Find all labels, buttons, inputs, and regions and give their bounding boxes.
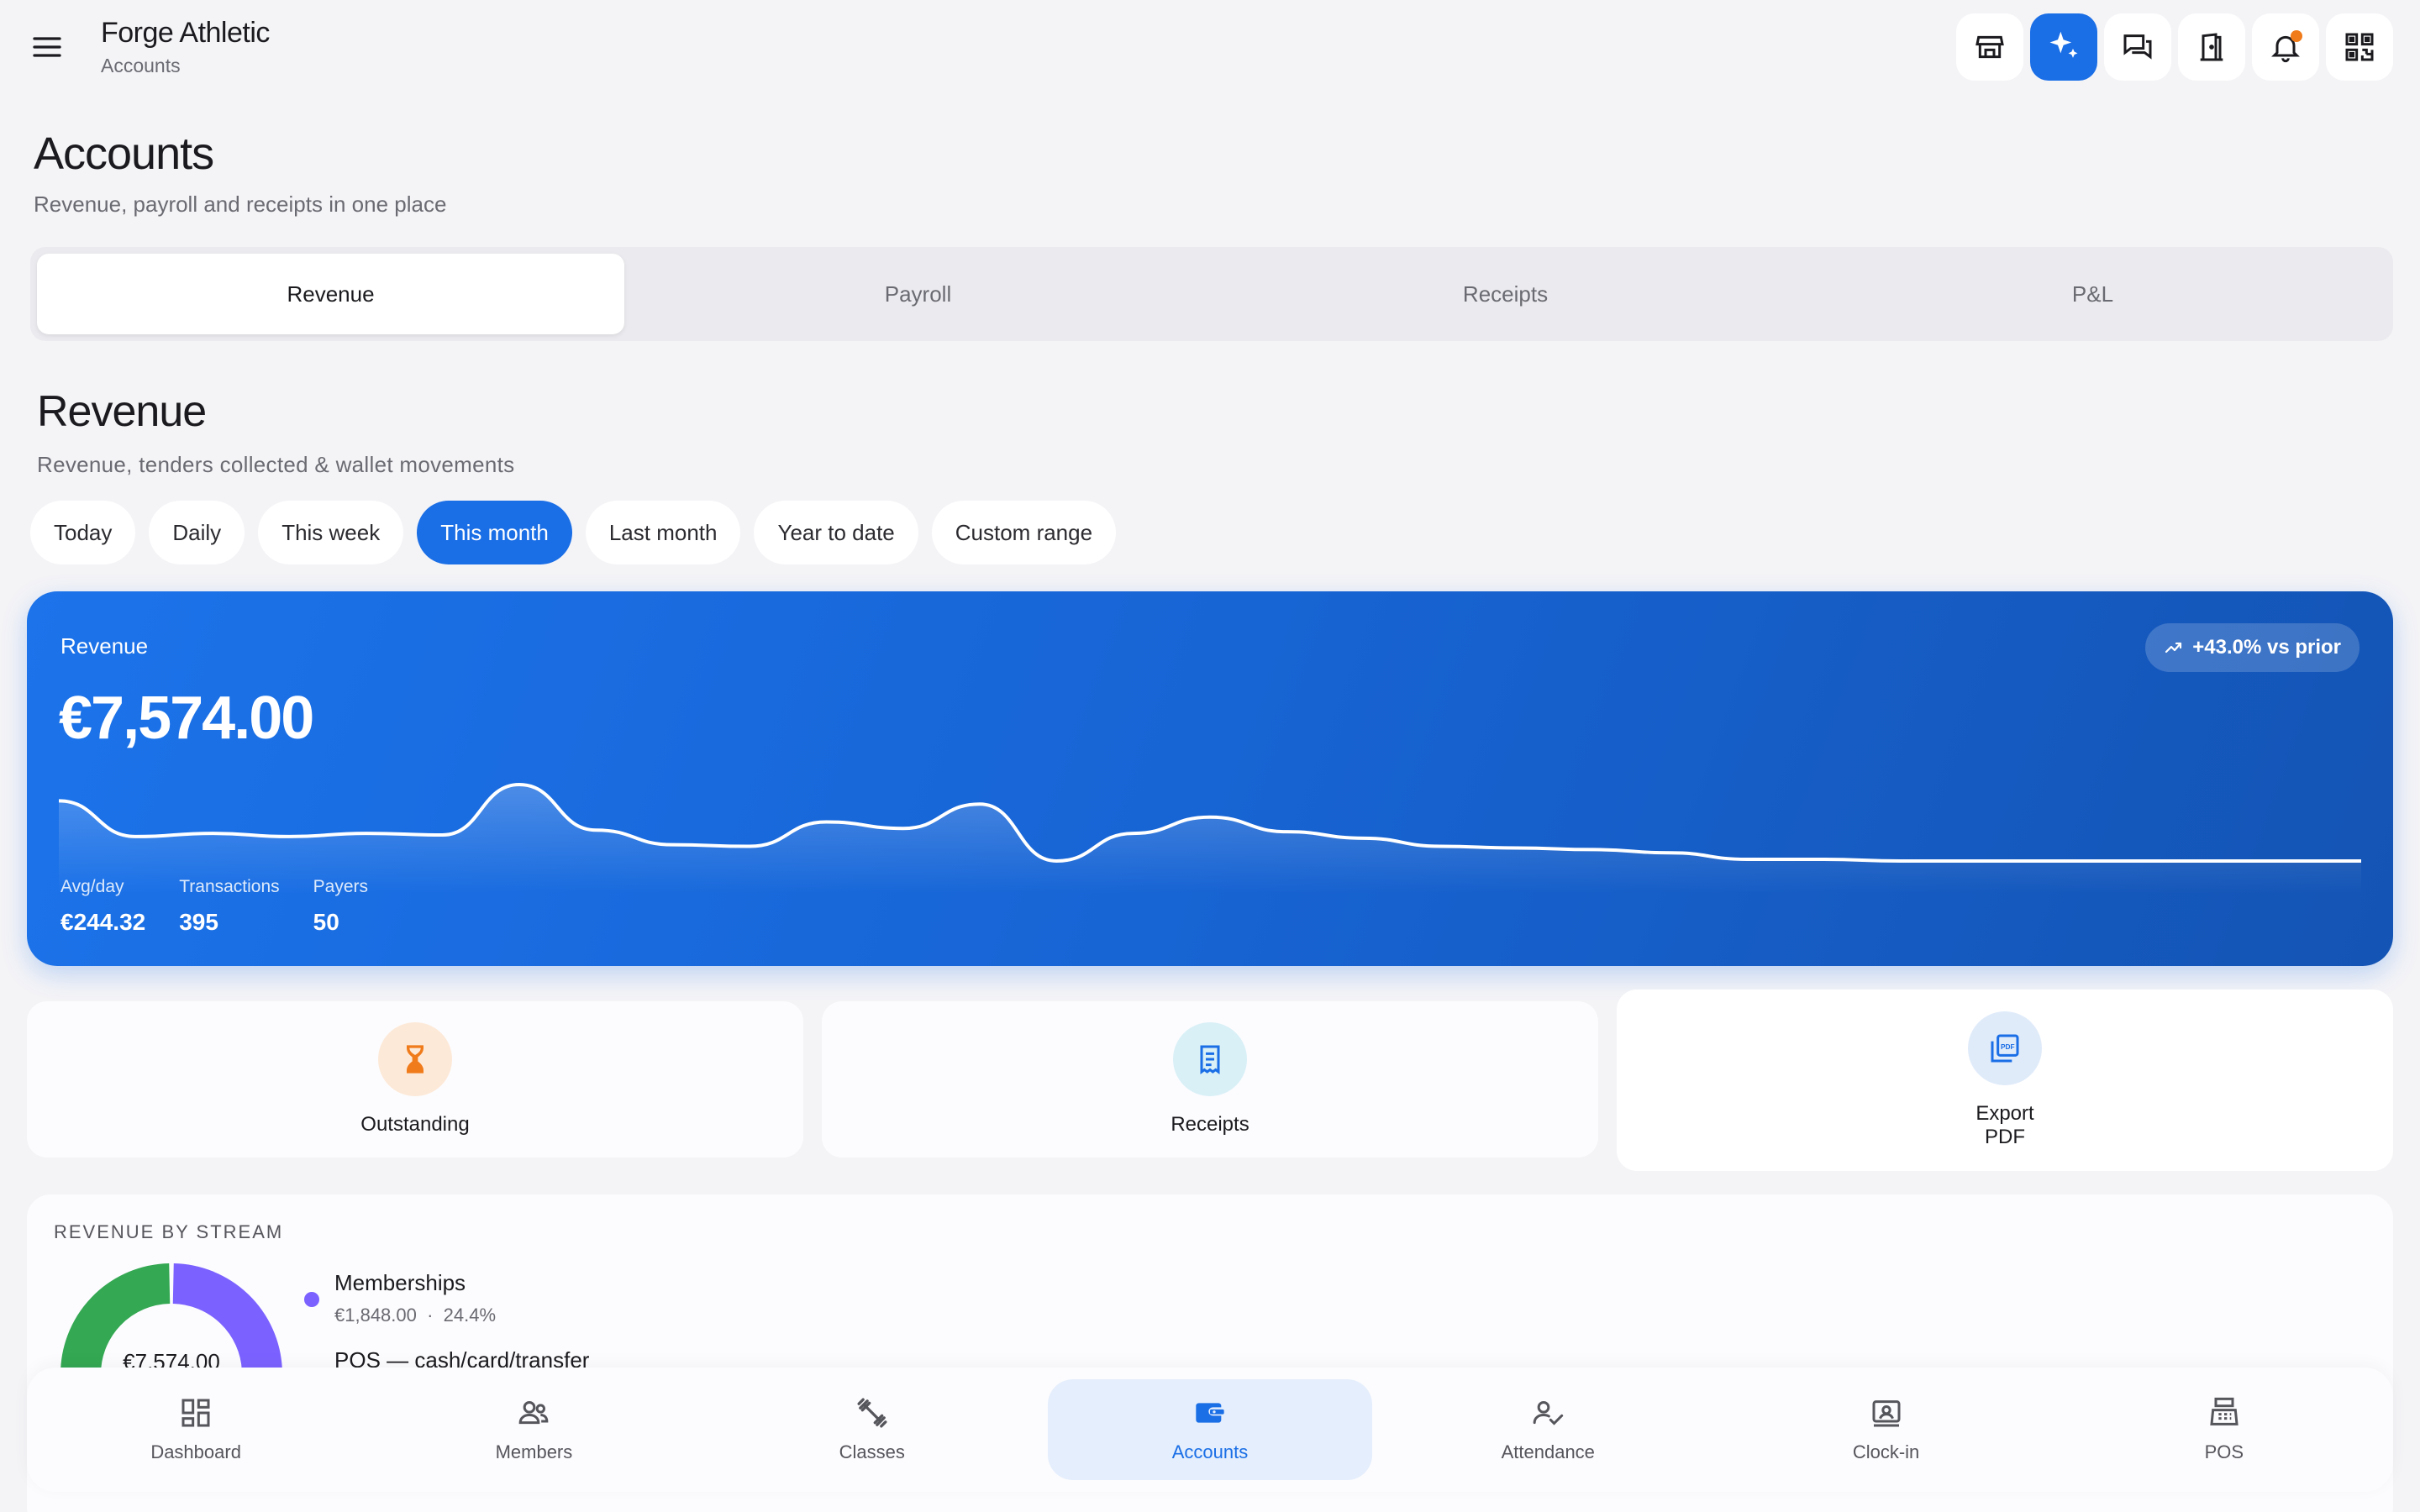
accounts-tabs: Revenue Payroll Receipts P&L <box>30 247 2393 341</box>
legend-meta: €1,848.00 · 24.4% <box>334 1305 497 1326</box>
nav-classes[interactable]: Classes <box>710 1379 1034 1480</box>
nav-attendance[interactable]: Attendance <box>1386 1379 1710 1480</box>
door-icon <box>2200 33 2223 61</box>
section-subtitle: Revenue, tenders collected & wallet move… <box>37 452 515 477</box>
legend-dot <box>304 1292 319 1307</box>
attendance-icon <box>1533 1401 1564 1425</box>
revenue-summary-card: Revenue €7,574.00 +43.0% vs prior Avg/da… <box>27 591 2393 966</box>
dumbbell-icon <box>857 1398 887 1428</box>
stat-payers: Payers 50 <box>313 877 368 936</box>
top-actions <box>1956 13 2393 81</box>
pdf-icon-badge: PDF <box>1968 1011 2042 1085</box>
nav-dashboard[interactable]: Dashboard <box>34 1379 358 1480</box>
stat-label: Payers <box>313 877 369 896</box>
action-label: Receipts <box>1171 1113 1249 1136</box>
range-chip-today[interactable]: Today <box>30 501 136 564</box>
nav-label: Attendance <box>1501 1441 1595 1462</box>
stream-title: REVENUE BY STREAM <box>54 1221 284 1242</box>
outstanding-icon-badge <box>378 1022 452 1096</box>
trend-text: +43.0% vs prior <box>2192 636 2341 659</box>
notifications-button[interactable] <box>2252 13 2319 81</box>
stat-avg-day: Avg/day €244.32 <box>60 877 145 936</box>
sparkline-area <box>59 785 2361 894</box>
chat-icon <box>2123 34 2152 60</box>
export-pdf-button[interactable]: PDF Export PDF <box>1617 990 2393 1171</box>
action-label: Export PDF <box>1975 1102 2034 1148</box>
brand-section: Accounts <box>101 55 181 76</box>
range-chip-last-month[interactable]: Last month <box>585 501 741 564</box>
menu-icon <box>33 37 61 57</box>
menu-button[interactable] <box>20 20 74 74</box>
tab-payroll[interactable]: Payroll <box>624 254 1212 334</box>
qr-code-button[interactable] <box>2326 13 2393 81</box>
revenue-label: Revenue <box>60 633 149 659</box>
store-icon <box>1975 35 2004 59</box>
revenue-sparkline <box>59 783 2361 894</box>
receipts-button[interactable]: Receipts <box>822 1001 1598 1158</box>
revenue-stats: Avg/day €244.32 Transactions 395 Payers … <box>60 877 368 936</box>
cash-register-icon <box>2210 1397 2238 1425</box>
receipt-icon <box>1200 1045 1220 1074</box>
pdf-icon: PDF <box>1991 1034 2019 1063</box>
range-chip-daily[interactable]: Daily <box>149 501 245 564</box>
nav-accounts[interactable]: Accounts <box>1047 1379 1373 1480</box>
messages-button[interactable] <box>2104 13 2171 81</box>
notification-dot <box>2291 30 2302 42</box>
section-title: Revenue <box>37 387 207 436</box>
tab-revenue[interactable]: Revenue <box>37 254 624 334</box>
outstanding-button[interactable]: Outstanding <box>27 1001 803 1158</box>
wallet-icon <box>1196 1403 1224 1423</box>
app-root: Forge Athletic Accounts Accounts Revenue… <box>0 0 2420 1512</box>
qr-code-icon <box>2345 33 2374 61</box>
legend-item-memberships[interactable]: Memberships €1,848.00 · 24.4% <box>304 1270 589 1347</box>
ai-assistant-button[interactable] <box>2030 13 2097 81</box>
top-bar: Forge Athletic Accounts <box>0 0 2420 101</box>
stat-label: Transactions <box>179 877 280 896</box>
range-chip-this-month[interactable]: This month <box>417 501 572 564</box>
dashboard-icon <box>182 1399 210 1427</box>
nav-label: Dashboard <box>150 1441 241 1462</box>
trending-up-icon <box>2165 642 2182 654</box>
nav-label: Clock-in <box>1852 1441 1920 1462</box>
hourglass-icon <box>407 1045 424 1074</box>
stat-value: 50 <box>313 909 339 935</box>
trend-badge: +43.0% vs prior <box>2145 623 2360 672</box>
clock-in-icon <box>1872 1400 1901 1427</box>
sparkle-icon <box>2049 31 2078 58</box>
range-chip-custom-range[interactable]: Custom range <box>931 501 1117 564</box>
door-button[interactable] <box>2178 13 2245 81</box>
tab-receipts[interactable]: Receipts <box>1212 254 1799 334</box>
nav-label: POS <box>2204 1441 2244 1462</box>
stat-label: Avg/day <box>60 877 124 896</box>
nav-label: Members <box>495 1441 573 1462</box>
legend-percent: 24.4% <box>443 1305 497 1326</box>
nav-label: Classes <box>839 1441 905 1462</box>
legend-amount: €1,848.00 <box>334 1305 417 1326</box>
nav-label: Accounts <box>1171 1441 1249 1462</box>
nav-members[interactable]: Members <box>371 1379 696 1480</box>
bottom-navigation: Dashboard Members Classes Accounts Atten… <box>27 1368 2393 1492</box>
members-icon <box>519 1401 549 1425</box>
action-label: Outstanding <box>360 1113 470 1136</box>
tab-pnl[interactable]: P&L <box>1799 254 2386 334</box>
page-title: Accounts <box>34 129 214 179</box>
nav-clock-in[interactable]: Clock-in <box>1723 1379 2048 1480</box>
legend-name: Memberships <box>334 1270 466 1295</box>
stat-value: €244.32 <box>60 909 146 935</box>
quick-actions: Outstanding Receipts PDF Export PDF <box>27 990 2393 1171</box>
nav-pos[interactable]: POS <box>2062 1379 2386 1480</box>
page-subtitle: Revenue, payroll and receipts in one pla… <box>34 192 447 217</box>
stat-transactions: Transactions 395 <box>179 877 279 936</box>
range-chip-year-to-date[interactable]: Year to date <box>754 501 918 564</box>
brand-name: Forge Athletic <box>101 17 270 49</box>
svg-text:PDF: PDF <box>2001 1042 2015 1051</box>
store-button[interactable] <box>1956 13 2023 81</box>
date-range-chips: Today Daily This week This month Last mo… <box>30 501 1117 564</box>
receipts-icon-badge <box>1173 1022 1247 1096</box>
brand: Forge Athletic Accounts <box>101 17 270 77</box>
revenue-amount: €7,574.00 <box>59 685 314 752</box>
stat-value: 395 <box>179 909 218 935</box>
range-chip-this-week[interactable]: This week <box>258 501 404 564</box>
